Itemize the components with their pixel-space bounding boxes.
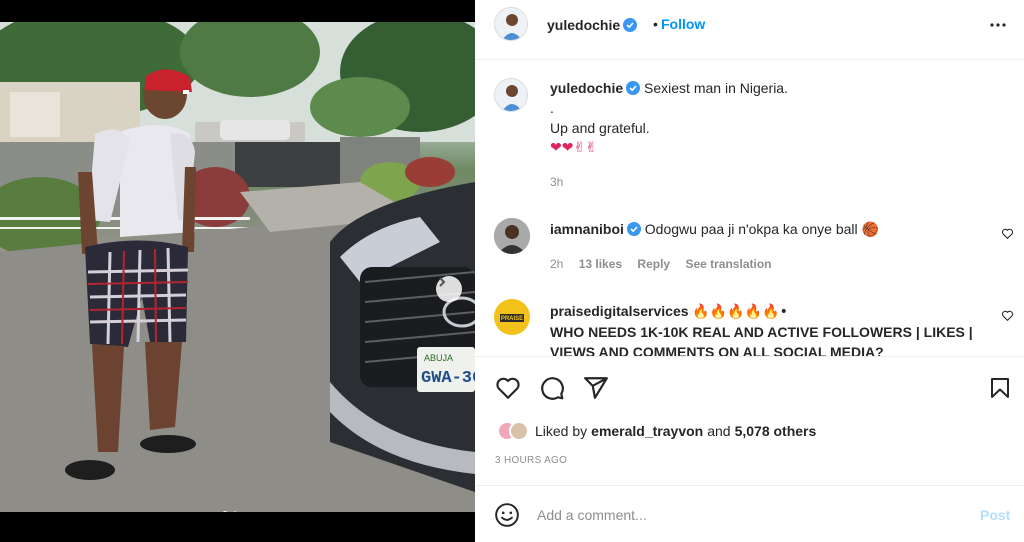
- commenter-avatar[interactable]: [494, 218, 530, 254]
- comment-username[interactable]: iamnaniboi: [550, 221, 624, 237]
- comment-username[interactable]: praisedigitalservices: [550, 303, 689, 319]
- post-photo[interactable]: ABUJA GWA-360: [0, 22, 475, 512]
- post-dialog: ABUJA GWA-360: [0, 0, 1024, 542]
- comment-input[interactable]: [537, 504, 957, 526]
- comment-item: iamnaniboi Odogwu paa ji n'okpa ka onye …: [550, 219, 990, 240]
- verified-badge-icon: [626, 81, 641, 95]
- bookmark-icon[interactable]: [988, 375, 1012, 401]
- emoji-icon[interactable]: [494, 502, 520, 528]
- caption-time: 3h: [550, 175, 564, 189]
- add-comment-bar: Post: [475, 485, 1024, 542]
- basketball-emoji: 🏀: [861, 222, 879, 238]
- verified-badge-icon: [623, 18, 638, 32]
- verified-badge-icon: [626, 222, 641, 236]
- liked-by: Liked by emerald_trayvon and 5,078 other…: [497, 421, 816, 441]
- comment-text: Odogwu paa ji n'okpa ka onye ball: [644, 221, 858, 237]
- likes-count[interactable]: 5,078 others: [735, 423, 817, 439]
- liked-by-and: and: [707, 423, 731, 439]
- liked-by-prefix: Liked by: [535, 423, 588, 439]
- post-time[interactable]: 3 HOURS AGO: [495, 455, 567, 466]
- post-actions: Liked by emerald_trayvon and 5,078 other…: [475, 356, 1024, 485]
- chevron-right-icon: [439, 277, 446, 287]
- share-icon[interactable]: [583, 375, 609, 401]
- liked-by-user[interactable]: emerald_trayvon: [591, 423, 703, 439]
- carousel-dot: [222, 511, 228, 512]
- post-media: ABUJA GWA-360: [0, 0, 475, 542]
- caption-line: Up and grateful.: [550, 120, 650, 136]
- author-username[interactable]: yuledochie: [547, 17, 638, 33]
- header-separator: •: [653, 16, 658, 32]
- reply-button[interactable]: Reply: [637, 257, 670, 271]
- comment-likes[interactable]: 13 likes: [579, 257, 622, 271]
- author-avatar[interactable]: [494, 7, 528, 41]
- see-translation-button[interactable]: See translation: [685, 257, 771, 271]
- post-header: yuledochie • Follow: [475, 0, 1024, 60]
- caption-username[interactable]: yuledochie: [550, 80, 623, 96]
- post-comment-button[interactable]: Post: [980, 507, 1010, 523]
- comment-icon[interactable]: [539, 375, 565, 401]
- caption-text: Sexiest man in Nigeria.: [644, 80, 788, 96]
- svg-text:PRAISE: PRAISE: [501, 316, 523, 322]
- next-slide-button[interactable]: [436, 276, 462, 302]
- commenter-avatar[interactable]: PRAISE: [494, 299, 530, 335]
- caption-line: .: [550, 100, 554, 116]
- comment-text: WHO NEEDS 1K-10K REAL AND ACTIVE FOLLOWE…: [550, 324, 973, 356]
- follow-button[interactable]: Follow: [661, 16, 705, 32]
- caption-emojis: ❤❤✌✌: [550, 140, 597, 156]
- more-options-icon[interactable]: [989, 16, 1007, 34]
- comment-like-icon[interactable]: [1001, 309, 1014, 322]
- comment-meta: 2h 13 likes Reply See translation: [550, 257, 783, 271]
- post-caption: yuledochie Sexiest man in Nigeria. . Up …: [550, 78, 990, 158]
- svg-text:ABUJA: ABUJA: [424, 353, 453, 363]
- fire-emojis: 🔥🔥🔥🔥🔥•: [692, 304, 788, 320]
- comment-time: 2h: [550, 257, 564, 271]
- caption-avatar[interactable]: [494, 78, 528, 112]
- comments-list[interactable]: yuledochie Sexiest man in Nigeria. . Up …: [475, 61, 1024, 356]
- carousel-dot: [232, 511, 238, 512]
- svg-text:GWA-360: GWA-360: [421, 369, 475, 388]
- comment-like-icon[interactable]: [1001, 227, 1014, 240]
- photo-illustration: ABUJA GWA-360: [0, 22, 475, 512]
- carousel-indicator: [222, 511, 238, 512]
- liker-avatar: [509, 421, 529, 441]
- heart-icon[interactable]: [495, 375, 521, 401]
- comment-item: praisedigitalservices 🔥🔥🔥🔥🔥• WHO NEEDS 1…: [550, 301, 990, 356]
- post-panel: yuledochie • Follow yuledochie Sexiest m…: [475, 0, 1024, 542]
